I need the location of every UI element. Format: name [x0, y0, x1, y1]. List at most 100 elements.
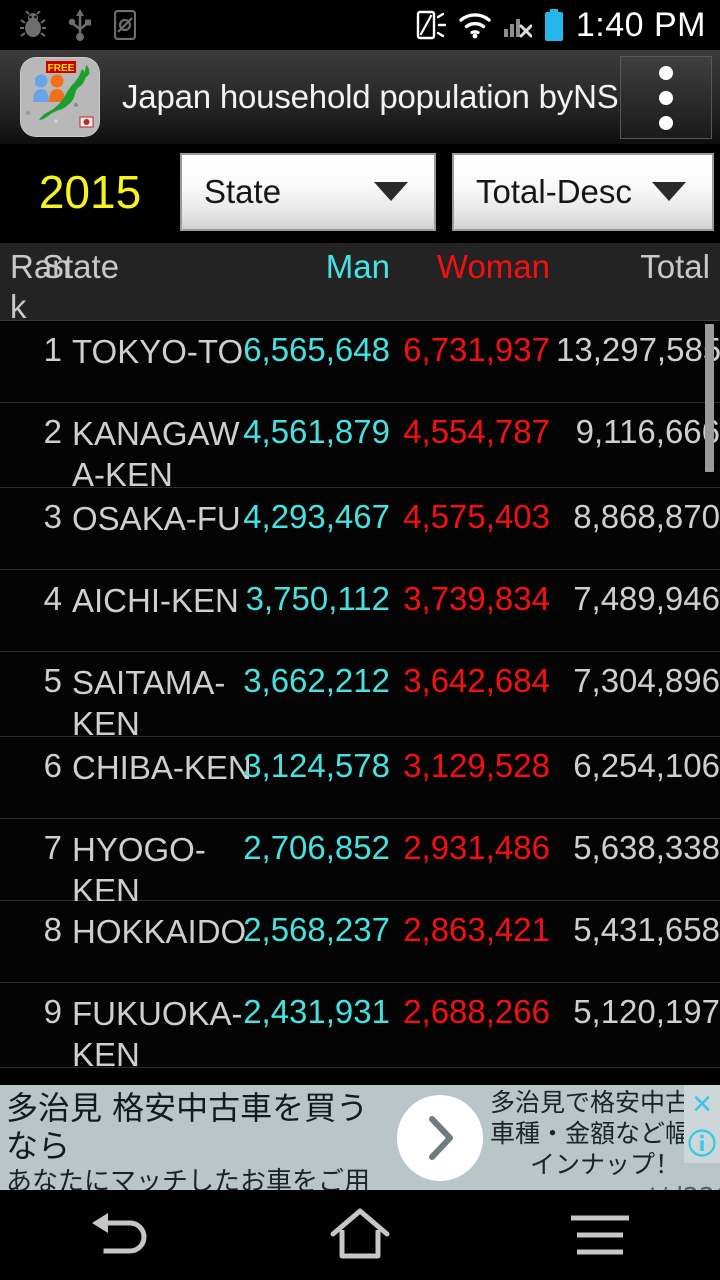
sort-by-value: Total-Desc [476, 172, 632, 210]
table-header: Ran k State Man Woman Total [0, 243, 720, 325]
row-total: 13,297,585 [556, 331, 720, 368]
row-rank: 2 [43, 413, 62, 450]
action-bar: FREE Japan household population byNSDev [0, 50, 720, 145]
row-total: 5,120,197 [573, 993, 720, 1030]
row-rank: 1 [43, 331, 62, 368]
row-man: 3,750,112 [245, 580, 390, 617]
group-by-value: State [204, 172, 282, 210]
row-woman: 3,642,684 [403, 662, 550, 699]
app-title: Japan household population byNSDev [122, 78, 677, 115]
row-total: 5,431,658 [573, 911, 720, 948]
system-navigation-bar [0, 1190, 720, 1280]
table-row[interactable]: 5 SAITAMA-KEN 3,662,212 3,642,684 7,304,896 [0, 652, 720, 742]
wifi-icon [458, 11, 492, 39]
row-woman: 2,931,486 [403, 829, 550, 866]
column-header-woman[interactable]: Woman [400, 247, 550, 287]
phone-screen: 1:40 PM FREE Japan household population … [0, 0, 720, 1280]
row-state: HOKKAIDO [72, 913, 247, 950]
table-row[interactable]: 8 HOKKAIDO 2,568,237 2,863,421 5,431,658 [0, 901, 720, 983]
status-bar: 1:40 PM [0, 0, 720, 50]
table-row[interactable]: 9 FUKUOKA-KEN 2,431,931 2,688,266 5,120,197 [0, 983, 720, 1073]
row-woman: 6,731,937 [403, 331, 550, 368]
row-woman: 3,739,834 [403, 580, 550, 617]
overflow-menu-button[interactable] [620, 56, 712, 139]
home-icon [330, 1208, 390, 1259]
row-man: 3,124,578 [243, 747, 390, 784]
chevron-down-icon [652, 182, 686, 201]
row-rank: 9 [43, 993, 62, 1030]
table-row[interactable]: 2 KANAGAWA-KEN 4,561,879 4,554,787 9,116,666 [0, 403, 720, 493]
group-by-spinner[interactable]: State [180, 152, 436, 231]
signal-off-icon [503, 11, 532, 39]
sort-by-spinner[interactable]: Total-Desc [452, 152, 714, 231]
row-man: 2,706,852 [243, 829, 390, 866]
row-total: 9,116,666 [575, 413, 720, 450]
ad-url: carsensor.net/d226390002 [490, 1182, 720, 1190]
nav-menu-button[interactable] [480, 1190, 720, 1280]
app-icon: FREE [20, 57, 100, 137]
row-state: CHIBA-KEN [72, 749, 252, 786]
usb-icon [68, 9, 92, 41]
ad-right-text: 多治見で格安中古車購入 車種・金額など幅広いラ インナップ！ carsensor… [490, 1085, 720, 1190]
table-body[interactable]: 1 TOKYO-TO 6,565,648 6,731,937 13,297,585 2 KA… [0, 321, 720, 1085]
table-row[interactable]: 4 AICHI-KEN 3,750,112 3,739,834 7,489,946 [0, 570, 720, 652]
column-header-man[interactable]: Man [240, 247, 390, 287]
row-total: 7,304,896 [573, 662, 720, 699]
nav-home-button[interactable] [240, 1190, 480, 1280]
ad-left-text: 多治見 格安中古車を買うなら あなたにマッチしたお車をご用意 [0, 1085, 390, 1190]
row-state: TOKYO-TO [72, 333, 244, 370]
chevron-right-icon [429, 1115, 453, 1160]
column-header-state[interactable]: State [42, 247, 119, 287]
bug-icon [20, 11, 46, 39]
row-rank: 8 [43, 911, 62, 948]
row-man: 6,565,648 [243, 331, 390, 368]
row-rank: 6 [43, 747, 62, 784]
vertical-scrollbar-thumb[interactable] [705, 324, 714, 472]
overflow-dot [659, 90, 673, 105]
nav-back-button[interactable] [0, 1190, 240, 1280]
row-state: HYOGO-KEN [72, 831, 206, 909]
row-state: KANAGAWA-KEN [72, 415, 240, 493]
row-total: 5,638,338 [573, 829, 720, 866]
ad-banner[interactable]: 多治見 格安中古車を買うなら あなたにマッチしたお車をご用意 多治見で格安中古車… [0, 1085, 720, 1190]
menu-icon [571, 1215, 629, 1255]
row-total: 8,868,870 [573, 498, 720, 535]
row-total: 7,489,946 [573, 580, 720, 617]
ad-cta[interactable] [390, 1085, 490, 1190]
ad-headline: 多治見 格安中古車を買うなら [6, 1089, 369, 1165]
row-woman: 2,863,421 [403, 911, 550, 948]
row-woman: 2,688,266 [403, 993, 550, 1030]
row-man: 4,561,879 [243, 413, 390, 450]
table-row[interactable]: 3 OSAKA-FU 4,293,467 4,575,403 8,868,870 [0, 488, 720, 570]
chevron-down-icon [374, 182, 408, 201]
row-woman: 4,554,787 [403, 413, 550, 450]
row-woman: 3,129,528 [403, 747, 550, 784]
status-bar-clock: 1:40 PM [575, 6, 706, 44]
row-total: 6,254,106 [573, 747, 720, 784]
row-state: AICHI-KEN [72, 582, 239, 619]
status-bar-left-icons [0, 9, 136, 41]
table-row[interactable]: 6 CHIBA-KEN 3,124,578 3,129,528 6,254,106 [0, 737, 720, 819]
row-state: SAITAMA-KEN [72, 664, 226, 742]
overflow-dot [659, 115, 673, 130]
row-state: FUKUOKA-KEN [72, 995, 243, 1073]
row-man: 3,662,212 [243, 662, 390, 699]
column-header-total[interactable]: Total [560, 247, 710, 287]
overflow-dot [659, 65, 673, 80]
ad-cta-circle [397, 1094, 483, 1181]
table-row[interactable]: 7 HYOGO-KEN 2,706,852 2,931,486 5,638,338 [0, 819, 720, 909]
rows-container: 1 TOKYO-TO 6,565,648 6,731,937 13,297,585 2 KA… [0, 321, 720, 1073]
filter-bar: 2015 State Total-Desc [0, 145, 720, 238]
column-header-rank-line2: k [10, 288, 27, 325]
row-woman: 4,575,403 [403, 498, 550, 535]
row-man: 2,431,931 [243, 993, 390, 1030]
battery-icon [544, 9, 564, 41]
info-icon[interactable] [684, 1123, 720, 1163]
screenshot-icon [114, 10, 136, 40]
year-label: 2015 [38, 165, 142, 218]
vibrate-icon [416, 9, 446, 41]
close-icon[interactable]: × [684, 1085, 720, 1123]
row-rank: 3 [43, 498, 62, 535]
row-rank: 5 [43, 662, 62, 699]
table-row[interactable]: 1 TOKYO-TO 6,565,648 6,731,937 13,297,585 [0, 321, 720, 403]
